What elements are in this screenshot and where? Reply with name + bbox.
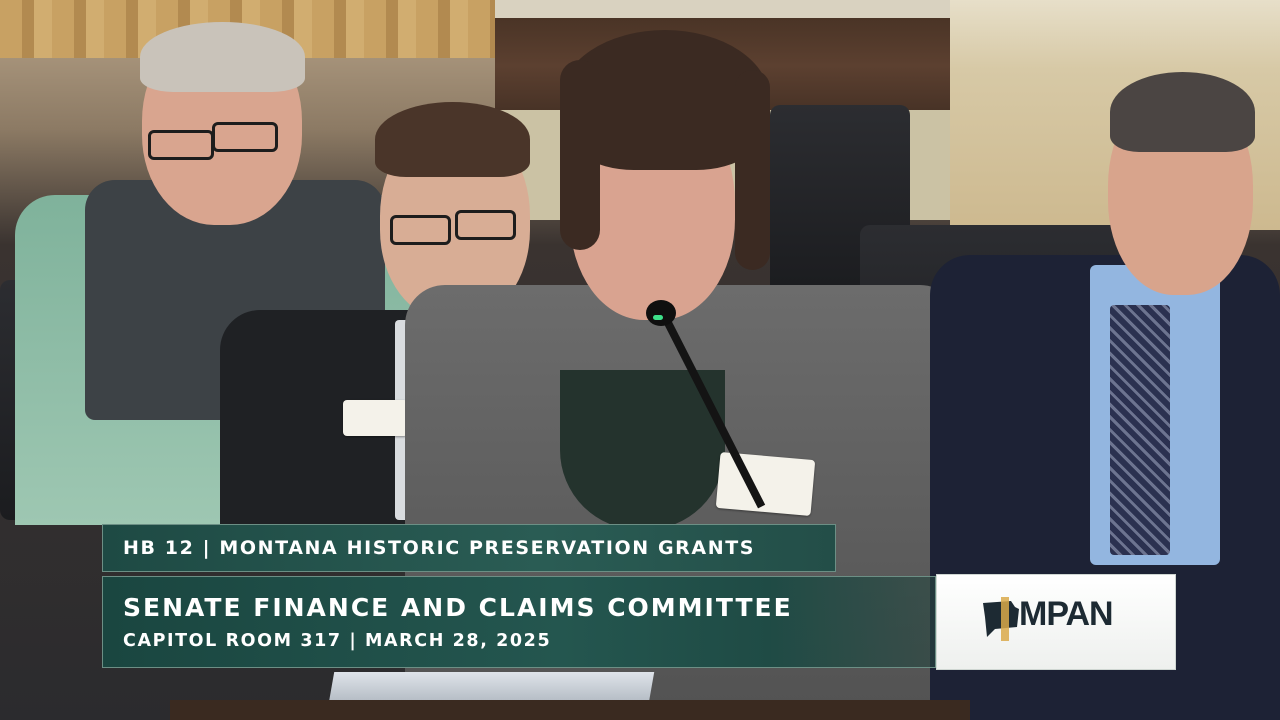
microphone-icon <box>646 300 676 326</box>
location-date: CAPITOL ROOM 317 | MARCH 28, 2025 <box>123 631 552 651</box>
mpan-logo: MPAN <box>936 574 1176 670</box>
name-badge <box>343 400 408 436</box>
desk <box>170 700 970 720</box>
committee-title: SENATE FINANCE AND CLAIMS COMMITTEE <box>123 593 793 622</box>
montana-state-shape-icon <box>983 597 1019 641</box>
bill-title: HB 12 | MONTANA HISTORIC PRESERVATION GR… <box>123 537 756 559</box>
mic-led <box>653 315 663 320</box>
name-badge <box>715 451 816 517</box>
wall-trim <box>495 0 965 20</box>
logo-text: MPAN <box>1019 595 1114 633</box>
committee-banner: SENATE FINANCE AND CLAIMS COMMITTEE CAPI… <box>102 576 936 668</box>
video-frame: HB 12 | MONTANA HISTORIC PRESERVATION GR… <box>0 0 1280 720</box>
bill-banner: HB 12 | MONTANA HISTORIC PRESERVATION GR… <box>102 524 836 572</box>
